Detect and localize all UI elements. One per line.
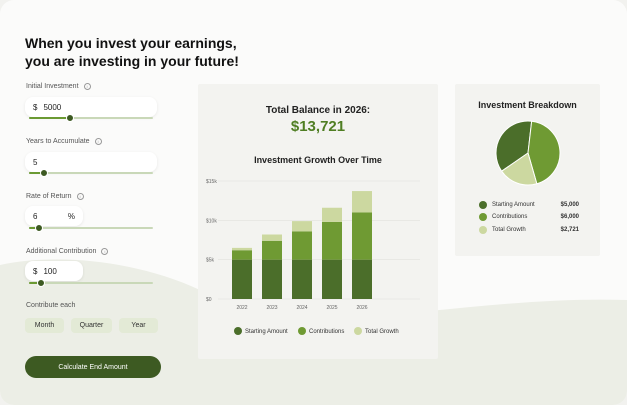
x-tick-label: 2025 [326, 305, 337, 311]
slider-fill [29, 117, 70, 119]
bar-total-growth [232, 247, 252, 251]
bar-starting-amount [262, 259, 282, 299]
legend-dot-growth [479, 226, 487, 234]
info-icon[interactable]: i [101, 248, 109, 255]
breakdown-value: $6,000 [560, 214, 579, 220]
breakdown-row-contributions: Contributions $6,000 [479, 212, 579, 222]
initial-investment-value: 5000 [43, 102, 62, 112]
additional-contribution-value: 100 [43, 266, 57, 276]
slider-handle[interactable] [39, 169, 48, 177]
bar-total-growth [262, 234, 282, 241]
x-tick-label: 2023 [266, 305, 277, 311]
years-label: Years to Accumulate i [26, 138, 102, 145]
bar-total-growth [292, 221, 312, 232]
currency-prefix: $ [33, 266, 38, 276]
years-slider[interactable] [29, 169, 153, 177]
headline-line-2: you are investing in your future! [25, 53, 239, 69]
years-value: 5 [33, 157, 38, 167]
slider-handle[interactable] [65, 114, 74, 122]
x-tick-label: 2022 [236, 305, 247, 311]
info-icon[interactable]: i [83, 83, 91, 90]
frequency-quarter-button[interactable]: Quarter [71, 318, 112, 333]
results-panel: Total Balance in 2026: $13,721 Investmen… [198, 84, 438, 359]
bar-total-growth [322, 207, 342, 222]
legend-label: Contributions [309, 329, 344, 335]
additional-contribution-input[interactable]: $ 100 [25, 261, 83, 281]
breakdown-row-growth: Total Growth $2,721 [479, 225, 579, 235]
bar-total-growth [352, 191, 372, 213]
frequency-year-button[interactable]: Year [119, 318, 158, 333]
slider-handle[interactable] [34, 224, 43, 232]
x-tick-label: 2026 [356, 305, 367, 311]
growth-bar-chart: $0 $5k $10k $15k 2022 2023 2024 2025 2026 Startin… [206, 179, 420, 335]
breakdown-label: Starting Amount [492, 202, 535, 208]
breakdown-label: Contributions [492, 214, 528, 220]
headline: When you invest your earnings, you are i… [25, 34, 239, 70]
percent-suffix: % [67, 211, 75, 221]
bar-starting-amount [232, 259, 252, 299]
legend-dot-starting [479, 201, 487, 209]
info-icon[interactable]: i [76, 193, 84, 200]
initial-investment-input[interactable]: $ 5000 [25, 97, 157, 117]
breakdown-label: Total Growth [492, 227, 526, 233]
calculator-card: When you invest your earnings, you are i… [0, 0, 627, 405]
contribute-each-label: Contribute each [26, 302, 76, 309]
legend-label: Total Growth [365, 329, 399, 335]
rate-value: 6 [33, 211, 38, 221]
frequency-month-button[interactable]: Month [25, 318, 64, 333]
rate-slider[interactable] [29, 224, 153, 232]
info-icon[interactable]: i [94, 138, 102, 145]
legend-dot [298, 327, 306, 335]
bar-contributions [292, 231, 312, 260]
currency-prefix: $ [33, 102, 38, 112]
additional-contribution-slider[interactable] [29, 279, 153, 287]
bar-starting-amount [322, 259, 342, 299]
legend-dot-contributions [479, 213, 487, 221]
legend-dot [234, 327, 242, 335]
y-tick-label: $5k [206, 258, 215, 264]
legend-dot [354, 327, 362, 335]
bar-contributions [262, 240, 282, 260]
breakdown-panel: Investment Breakdown Starting Amount $5,… [455, 84, 600, 256]
breakdown-pie-chart [495, 120, 561, 186]
breakdown-title: Investment Breakdown [478, 100, 577, 110]
headline-line-1: When you invest your earnings, [25, 35, 237, 51]
rate-label: Rate of Return i [26, 193, 84, 200]
y-tick-label: $0 [206, 297, 212, 303]
breakdown-value: $5,000 [560, 202, 579, 208]
breakdown-row-starting: Starting Amount $5,000 [479, 200, 579, 210]
calculate-end-amount-button[interactable]: Calculate End Amount [25, 356, 161, 378]
y-tick-label: $10k [206, 218, 217, 224]
bar-starting-amount [292, 259, 312, 299]
x-tick-label: 2024 [296, 305, 307, 311]
additional-contribution-label: Additional Contribution i [26, 248, 109, 255]
bar-contributions [232, 250, 252, 260]
y-tick-label: $15k [206, 179, 217, 185]
bar-starting-amount [352, 259, 372, 299]
rate-input[interactable]: 6 % [25, 206, 83, 226]
bar-contributions [352, 212, 372, 260]
breakdown-value: $2,721 [560, 227, 579, 233]
initial-investment-label: Initial Investment i [26, 83, 91, 90]
bar-contributions [322, 221, 342, 260]
initial-investment-slider[interactable] [29, 114, 153, 122]
legend-label: Starting Amount [245, 329, 288, 335]
